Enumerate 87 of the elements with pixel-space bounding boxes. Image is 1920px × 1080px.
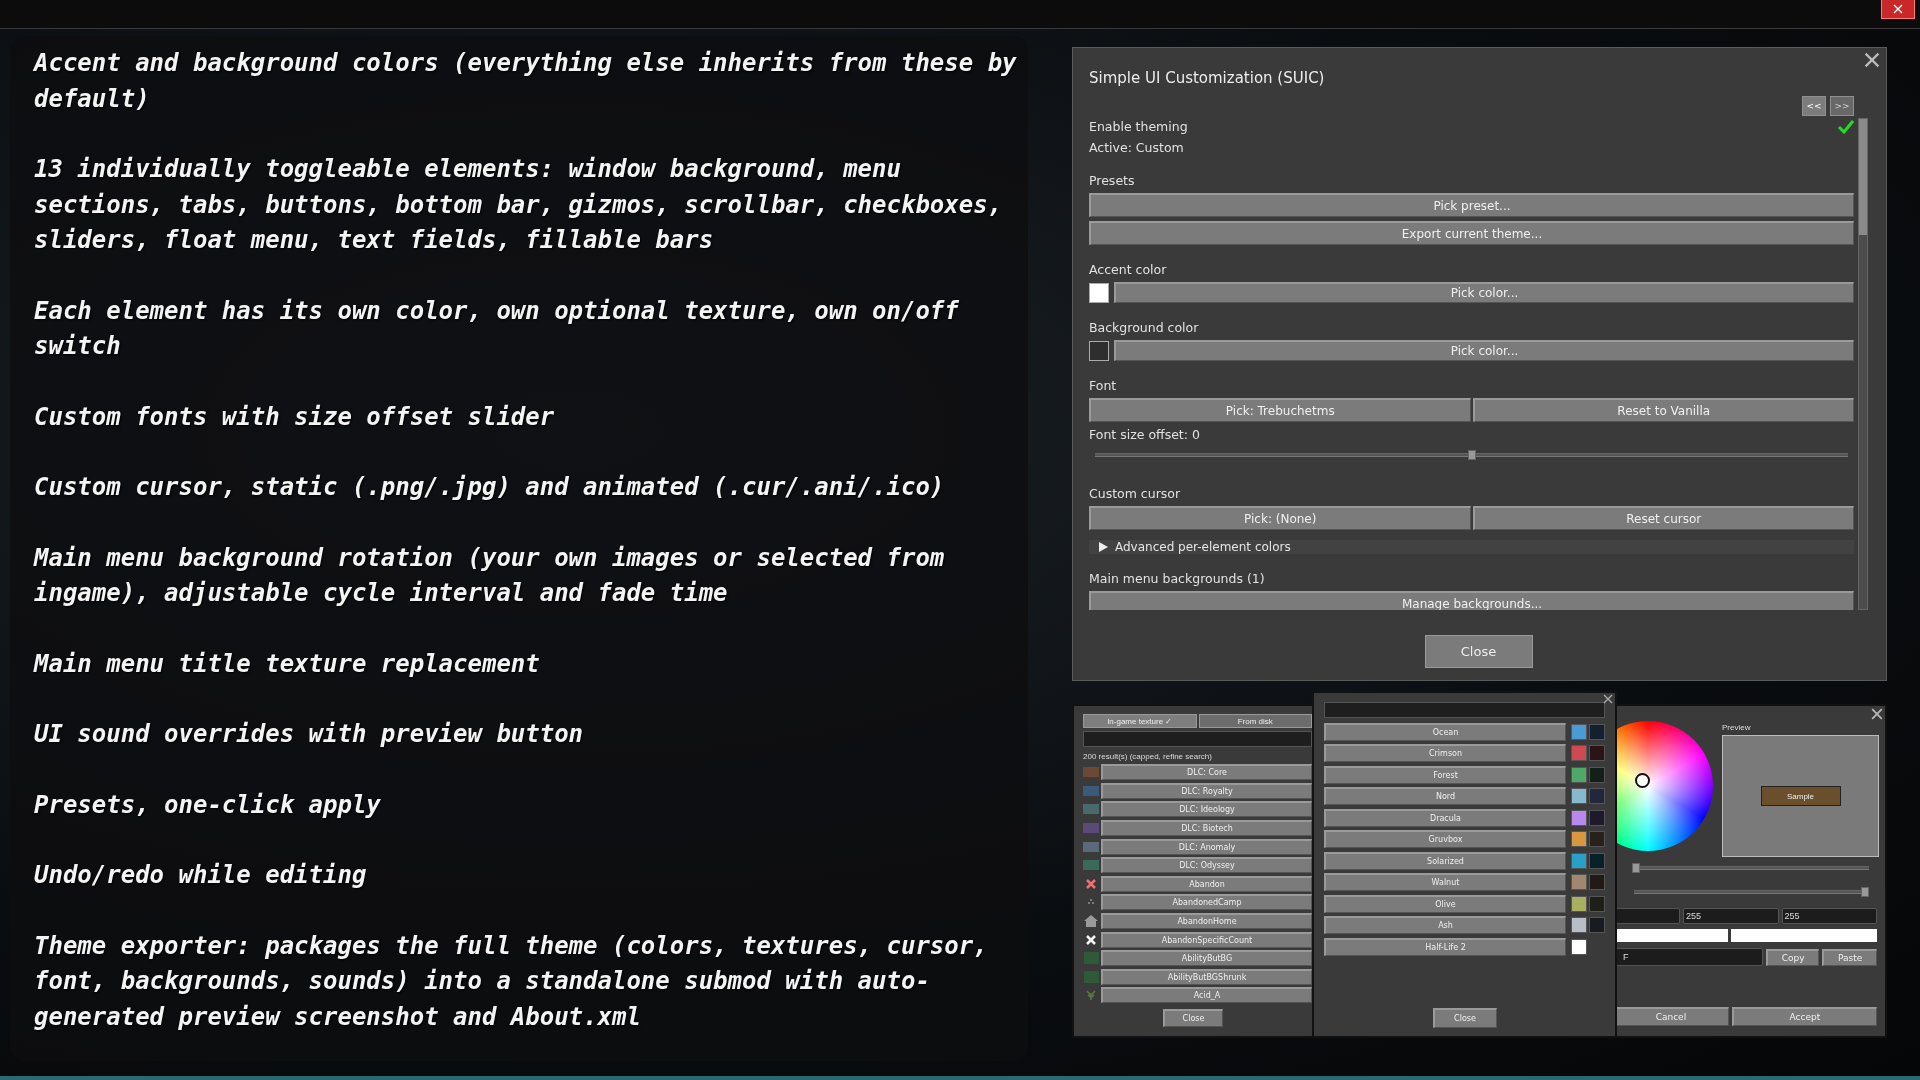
slider-thumb[interactable]	[1467, 450, 1476, 460]
info-label: Active: Custom	[1089, 139, 1184, 156]
feature-text: Presets, one-click apply	[34, 789, 382, 821]
close-button[interactable]: Close	[1163, 1008, 1223, 1027]
texture-item[interactable]: DLC: Biotech	[1101, 820, 1312, 837]
texture-item[interactable]: DLC: Royalty	[1101, 782, 1312, 799]
color-swatch[interactable]	[1089, 282, 1109, 303]
feature-text: Theme exporter: packages the full theme (colors, textures, cursor, font, backgrounds, sounds) into a standalone submod with auto-generated preview screenshot and About.xml	[34, 930, 989, 1033]
tile-icon	[1083, 952, 1099, 965]
window-close-button[interactable]	[1881, 0, 1915, 19]
preset-button[interactable]: Forest	[1324, 765, 1566, 784]
results-count: 200 result(s) (capped, refine search)	[1083, 752, 1213, 762]
texture-item[interactable]: DLC: Anomaly	[1101, 838, 1312, 855]
source-tab[interactable]: From disk	[1198, 714, 1312, 728]
house-icon	[1084, 915, 1098, 928]
section-heading: Main menu backgrounds (1)	[1089, 570, 1265, 587]
preset-button[interactable]: Olive	[1324, 894, 1566, 913]
feature-text: Each element has its own color, own optional texture, own on/off switch	[34, 295, 960, 362]
action-button[interactable]: Pick: Trebuchetms	[1089, 398, 1471, 422]
texture-item[interactable]: AbandonedCamp	[1101, 894, 1312, 911]
texture-item[interactable]: DLC: Ideology	[1101, 801, 1312, 818]
section-heading: Presets	[1089, 172, 1135, 189]
dots-icon	[1088, 899, 1094, 906]
feature-text: Custom fonts with size offset slider	[34, 401, 556, 433]
channel-field[interactable]: 255	[1683, 908, 1779, 924]
close-button[interactable]: Close	[1424, 635, 1533, 668]
section-heading: Background color	[1089, 319, 1199, 336]
texture-item[interactable]: Acid_A	[1101, 987, 1312, 1004]
close-button[interactable]: Close	[1432, 1008, 1497, 1028]
texture-item[interactable]: AbilityButBGShrunk	[1101, 968, 1312, 985]
source-tab[interactable]: In-game texture ✓	[1083, 714, 1197, 728]
preset-button[interactable]: Solarized	[1324, 851, 1566, 870]
texture-item[interactable]: AbandonSpecificCount	[1101, 931, 1312, 948]
preset-button[interactable]: Half-Life 2	[1324, 937, 1566, 956]
texture-item[interactable]: AbilityButBG	[1101, 950, 1312, 967]
texture-item[interactable]: DLC: Core	[1101, 764, 1312, 781]
slider-thumb[interactable]	[1632, 863, 1640, 873]
pick-color-button[interactable]: Pick color...	[1114, 340, 1854, 361]
action-button[interactable]: Export current theme...	[1089, 221, 1854, 245]
action-button[interactable]: Pick: (None)	[1089, 506, 1471, 530]
close-icon[interactable]	[1603, 694, 1613, 704]
feature-text: Custom cursor, static (.png/.jpg) and animated (.cur/.ani/.ico)	[34, 472, 946, 503]
preset-button[interactable]: Crimson	[1324, 744, 1566, 762]
close-icon[interactable]	[1864, 52, 1880, 68]
expander-header[interactable]: Advanced per-element colors	[1089, 540, 1854, 554]
feature-text: Main menu background rotation (your own images or selected from ingame), adjustable cycle interval and fade time	[34, 542, 946, 609]
action-button[interactable]: Reset to Vanilla	[1472, 398, 1854, 422]
scrollbar[interactable]	[1858, 118, 1868, 610]
channel-field[interactable]: 255	[1781, 908, 1877, 924]
page-nav-button[interactable]: <<	[1802, 96, 1826, 116]
section-heading: Font	[1089, 377, 1117, 394]
close-icon[interactable]	[1871, 708, 1883, 720]
feature-text: Main menu title texture replacement	[34, 648, 541, 680]
accept-button[interactable]: Accept	[1731, 1007, 1877, 1026]
preset-button[interactable]: Nord	[1324, 787, 1566, 805]
pick-color-button[interactable]: Pick color...	[1114, 282, 1854, 303]
preview-label: Preview	[1722, 723, 1752, 733]
dialog-title: Simple UI Customization (SUIC)	[1089, 68, 1326, 89]
sample-button[interactable]: Sample	[1760, 786, 1841, 806]
search-field[interactable]	[1324, 702, 1605, 718]
paste-button[interactable]: Paste	[1822, 948, 1877, 966]
preset-button[interactable]: Dracula	[1324, 808, 1566, 827]
slider-thumb[interactable]	[1861, 887, 1869, 897]
feature-text: 13 individually toggleable elements: window background, menu sections, tabs, buttons, bottom bar, gizmos, scrollbar, checkboxes, sliders, float menu, text fields, fillable bars	[34, 154, 1004, 256]
feature-text: Undo/redo while editing	[34, 860, 368, 891]
texture-item[interactable]: Abandon	[1101, 875, 1312, 892]
tile-icon	[1083, 970, 1099, 983]
texture-item[interactable]: DLC: Odyssey	[1101, 857, 1312, 874]
section-heading: Accent color	[1089, 261, 1167, 278]
preset-button[interactable]: Ash	[1324, 916, 1566, 934]
action-button[interactable]: Pick preset...	[1089, 193, 1854, 217]
copy-button[interactable]: Copy	[1765, 948, 1820, 966]
search-field[interactable]	[1083, 731, 1312, 747]
preset-button[interactable]: Gruvbox	[1324, 830, 1566, 848]
texture-item[interactable]: AbandonHome	[1101, 913, 1312, 930]
action-button[interactable]: Manage backgrounds...	[1089, 591, 1854, 610]
info-label: Font size offset: 0	[1089, 426, 1200, 443]
feature-text: Accent and background colors (everything else inherits from these by default)	[34, 48, 1018, 115]
action-button[interactable]: Reset cursor	[1472, 506, 1854, 530]
expander-label: Advanced per-element colors	[1115, 540, 1291, 554]
color-swatch[interactable]	[1089, 340, 1109, 361]
toggle-label: Enable theming	[1089, 118, 1188, 135]
section-heading: Custom cursor	[1089, 485, 1181, 502]
feature-text: UI sound overrides with preview button	[34, 719, 585, 750]
leaf-icon	[1086, 990, 1096, 1001]
preset-button[interactable]: Walnut	[1324, 873, 1566, 891]
preset-button[interactable]: Ocean	[1324, 722, 1566, 741]
